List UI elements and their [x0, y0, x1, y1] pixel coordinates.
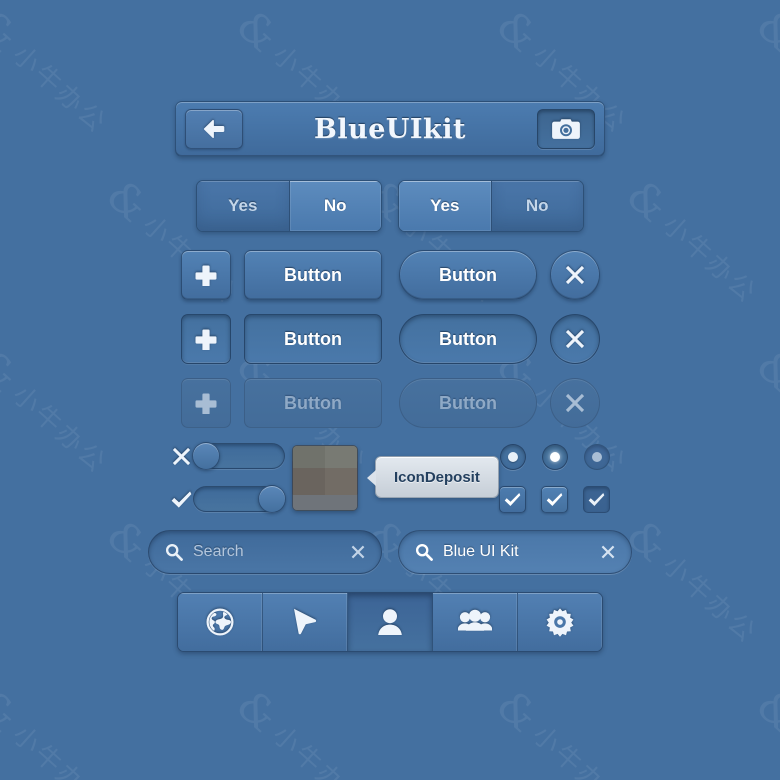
gear-icon	[546, 608, 574, 637]
camera-button[interactable]	[537, 109, 595, 149]
search-input[interactable]: Search	[193, 543, 351, 561]
person-icon	[378, 609, 402, 635]
add-button	[181, 378, 231, 428]
toggle-knob[interactable]	[258, 485, 286, 513]
segmented-control-yes-selected[interactable]: Yes No	[398, 180, 584, 232]
close-button[interactable]	[550, 250, 600, 300]
close-button[interactable]	[550, 314, 600, 364]
checkbox-active[interactable]	[541, 486, 568, 513]
add-button[interactable]	[181, 250, 231, 300]
tab-bar	[177, 592, 603, 652]
radio-dot	[592, 452, 602, 462]
close-icon	[565, 265, 585, 285]
search-input[interactable]: Blue UI Kit	[443, 543, 601, 561]
tab-cursor[interactable]	[263, 593, 348, 651]
people-group-icon	[458, 609, 492, 631]
tab-profile[interactable]	[348, 593, 433, 651]
globe-icon	[206, 608, 234, 636]
toggle-switch-off[interactable]	[192, 442, 285, 470]
tab-globe[interactable]	[178, 593, 263, 651]
thumbnail-tile	[325, 446, 357, 468]
segment-yes[interactable]: Yes	[399, 181, 491, 231]
search-field-filled[interactable]: Blue UI Kit	[398, 530, 632, 574]
image-thumbnail[interactable]	[292, 445, 358, 511]
radio-button-normal[interactable]	[500, 444, 526, 470]
rect-button: Button	[244, 378, 382, 428]
search-icon	[165, 543, 183, 561]
check-icon	[171, 490, 191, 508]
search-field-empty[interactable]: Search	[148, 530, 382, 574]
pill-button: Button	[399, 378, 537, 428]
search-icon	[415, 543, 433, 561]
radio-dot	[508, 452, 518, 462]
plus-icon	[195, 265, 217, 286]
pill-button[interactable]: Button	[399, 250, 537, 300]
checkbox-disabled	[583, 486, 610, 513]
check-icon	[546, 493, 563, 506]
close-icon	[565, 393, 585, 413]
tab-group[interactable]	[433, 593, 518, 651]
add-button[interactable]	[181, 314, 231, 364]
check-icon	[504, 493, 521, 506]
toggle-off-cross-mark	[170, 445, 192, 467]
radio-dot	[550, 452, 560, 462]
button-row-disabled: Button Button	[0, 378, 780, 430]
clear-icon[interactable]	[351, 545, 365, 559]
toggle-on-check-mark	[170, 488, 192, 510]
segmented-control-no-selected[interactable]: Yes No	[196, 180, 382, 232]
segment-yes[interactable]: Yes	[197, 181, 289, 231]
header-bar: BlueUIkit	[175, 101, 605, 157]
pill-button[interactable]: Button	[399, 314, 537, 364]
plus-icon	[195, 329, 217, 350]
toggle-knob[interactable]	[192, 442, 220, 470]
rect-button[interactable]: Button	[244, 250, 382, 300]
segment-no[interactable]: No	[289, 181, 381, 231]
tab-settings[interactable]	[518, 593, 602, 651]
toggle-switch-on[interactable]	[193, 485, 286, 513]
radio-button-active[interactable]	[542, 444, 568, 470]
button-row-pressed: Button Button	[0, 314, 780, 366]
rect-button[interactable]: Button	[244, 314, 382, 364]
checkbox-normal[interactable]	[499, 486, 526, 513]
radio-button-disabled	[584, 444, 610, 470]
thumbnail-tile	[293, 467, 325, 495]
check-icon	[588, 493, 605, 506]
cross-icon	[172, 447, 190, 465]
plus-icon	[195, 393, 217, 414]
close-icon	[565, 329, 585, 349]
segment-no[interactable]: No	[491, 181, 583, 231]
thumbnail-tile	[293, 494, 357, 510]
thumbnail-tile	[325, 467, 357, 495]
button-row-normal: Button Button	[0, 250, 780, 302]
close-button	[550, 378, 600, 428]
clear-icon[interactable]	[601, 545, 615, 559]
tooltip: IconDeposit	[367, 456, 499, 498]
camera-icon	[552, 118, 580, 139]
tooltip-label: IconDeposit	[394, 468, 480, 486]
thumbnail-tile	[293, 446, 325, 468]
cursor-arrow-icon	[294, 608, 317, 635]
